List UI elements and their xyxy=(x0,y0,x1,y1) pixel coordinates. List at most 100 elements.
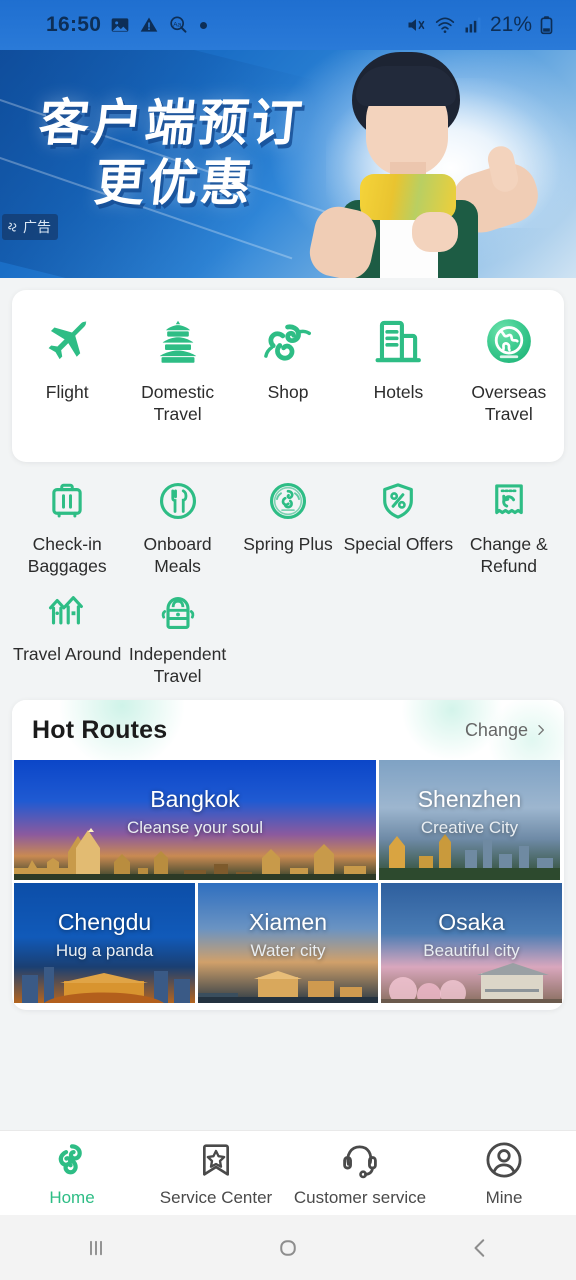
service-change-refund[interactable]: Change & Refund xyxy=(454,480,564,577)
quick-action-label: Shop xyxy=(267,382,309,402)
hot-route-tile-xiamen[interactable]: Xiamen Water city xyxy=(198,883,378,1003)
backpack-icon xyxy=(161,597,194,630)
person-circle-icon xyxy=(486,1142,522,1177)
hot-route-tagline: Water city xyxy=(250,941,326,960)
battery-percent: 21% xyxy=(489,13,532,36)
hot-routes-header: Hot Routes Change xyxy=(12,700,564,760)
signal-icon xyxy=(465,17,481,33)
ad-badge-label: 广告 xyxy=(23,220,51,236)
service-label: Spring Plus xyxy=(243,534,333,554)
service-independent-travel[interactable]: Independent Travel xyxy=(122,590,232,687)
service-travel-around[interactable]: Travel Around xyxy=(12,590,122,687)
quick-action-domestic-travel[interactable]: Domestic Travel xyxy=(122,316,232,426)
hot-route-tile-chengdu[interactable]: Chengdu Hug a panda xyxy=(14,883,195,1003)
hot-route-tile-shenzhen[interactable]: Shenzhen Creative City xyxy=(379,760,560,880)
quick-action-shop[interactable]: Shop xyxy=(233,316,343,403)
status-time: 16:50 xyxy=(46,13,102,36)
hot-route-tagline: Cleanse your soul xyxy=(126,818,264,837)
ad-badge-icon xyxy=(8,222,17,231)
status-bar: 16:50 Aa 21% xyxy=(0,0,576,50)
hot-route-tagline: Hug a panda xyxy=(55,941,154,960)
service-label: Check-in Baggages xyxy=(27,534,107,577)
quick-action-label: Domestic Travel xyxy=(141,382,215,425)
text-search-icon: Aa xyxy=(170,16,187,33)
app-root: 客户端预订 更优惠 广告 16:50 Aa 21% Flight Domesti… xyxy=(0,0,576,1280)
hot-route-city: Shenzhen xyxy=(417,786,522,812)
tab-home[interactable]: Home xyxy=(0,1139,144,1208)
quick-action-overseas-travel[interactable]: Overseas Travel xyxy=(454,316,564,426)
service-slot-empty-1 xyxy=(233,590,343,687)
hot-route-city: Bangkok xyxy=(150,786,240,812)
home-circle-icon xyxy=(280,1239,296,1256)
headset-icon xyxy=(343,1144,377,1178)
bookmark-star-icon xyxy=(203,1143,229,1176)
hot-route-city: Chengdu xyxy=(57,909,152,935)
banner-headline-line2: 更优惠 xyxy=(91,154,257,212)
spring-seal-icon xyxy=(269,482,306,520)
hot-routes-change-button[interactable]: Change xyxy=(465,720,548,741)
quick-actions-card: Flight Domestic Travel Shop Hotels Overs… xyxy=(12,290,564,462)
building-icon xyxy=(375,320,422,363)
globe-icon xyxy=(486,319,531,364)
dot-icon xyxy=(200,21,208,29)
pagoda-icon xyxy=(159,320,196,363)
warning-icon xyxy=(140,17,158,32)
service-onboard-meals[interactable]: Onboard Meals xyxy=(122,480,232,577)
quick-action-label: Hotels xyxy=(373,382,424,402)
recents-icon xyxy=(90,1240,102,1255)
image-icon xyxy=(111,18,129,32)
tab-service-center[interactable]: Service Center xyxy=(144,1139,288,1208)
tab-label: Home xyxy=(49,1187,95,1207)
service-check-in-baggages[interactable]: Check-in Baggages xyxy=(12,480,122,577)
service-label: Onboard Meals xyxy=(143,534,212,577)
quick-action-label: Flight xyxy=(45,382,89,402)
system-nav-back[interactable] xyxy=(384,1233,576,1263)
service-label: Change & Refund xyxy=(469,534,548,577)
cutlery-circle-icon xyxy=(159,482,196,520)
system-nav-home[interactable] xyxy=(192,1233,384,1263)
service-special-offers[interactable]: Special Offers xyxy=(343,480,453,577)
service-slot-empty-2 xyxy=(343,590,453,687)
quick-action-hotels[interactable]: Hotels xyxy=(343,316,453,403)
quick-action-flight[interactable]: Flight xyxy=(12,316,122,403)
houses-icon xyxy=(49,596,84,625)
tab-mine[interactable]: Mine xyxy=(432,1139,576,1208)
banner-headline-line1: 客户端预订 xyxy=(36,94,308,152)
hot-route-city: Osaka xyxy=(438,909,505,935)
tab-label: Mine xyxy=(485,1187,523,1207)
tab-label: Service Center xyxy=(159,1187,273,1207)
hot-route-tagline: Beautiful city xyxy=(423,941,520,960)
hot-route-city: Xiamen xyxy=(249,909,327,935)
hot-route-tagline: Creative City xyxy=(420,818,519,837)
mute-icon xyxy=(408,19,425,31)
system-nav-recents[interactable] xyxy=(0,1233,192,1263)
hot-routes-title: Hot Routes xyxy=(32,715,168,744)
cloud-swirl-icon xyxy=(264,324,311,361)
tab-customer-service[interactable]: Customer service xyxy=(288,1139,432,1208)
service-label: Independent Travel xyxy=(128,644,227,687)
status-bar-right: 21% xyxy=(405,13,554,37)
chevron-right-icon xyxy=(538,724,544,736)
bottom-tab-bar: Home Service Center Customer service Min… xyxy=(0,1130,576,1215)
status-bar-left: 16:50 Aa xyxy=(46,13,208,37)
hot-route-tile-osaka[interactable]: Osaka Beautiful city xyxy=(381,883,562,1003)
service-spring-plus[interactable]: Spring Plus xyxy=(233,480,343,577)
hot-route-tile-bangkok[interactable]: Bangkok Cleanse your soul xyxy=(14,760,376,880)
svg-text:Aa: Aa xyxy=(173,21,181,28)
wifi-icon xyxy=(435,17,455,33)
services-row-2: Travel Around Independent Travel xyxy=(12,590,564,687)
service-label: Travel Around xyxy=(13,644,122,664)
hot-routes-tiles: Bangkok Cleanse your soul Shenzhen Creat… xyxy=(12,760,564,1005)
service-label: Special Offers xyxy=(343,534,454,554)
service-slot-empty-3 xyxy=(454,590,564,687)
banner-headline: 客户端预订 更优惠 xyxy=(30,94,382,212)
tab-label: Customer service xyxy=(293,1187,427,1207)
hot-routes-change-label: Change xyxy=(464,719,528,740)
quick-action-label: Overseas Travel xyxy=(471,382,547,425)
ad-badge: 广告 xyxy=(2,214,58,240)
suitcase-icon xyxy=(52,483,82,518)
services-row-1: Check-in Baggages Onboard Meals Spring P… xyxy=(12,480,564,577)
back-chevron-icon xyxy=(474,1238,485,1257)
spring-logo-icon xyxy=(58,1143,82,1174)
hot-routes-card: Hot Routes Change Bangkok Cleanse your s… xyxy=(12,700,564,1010)
